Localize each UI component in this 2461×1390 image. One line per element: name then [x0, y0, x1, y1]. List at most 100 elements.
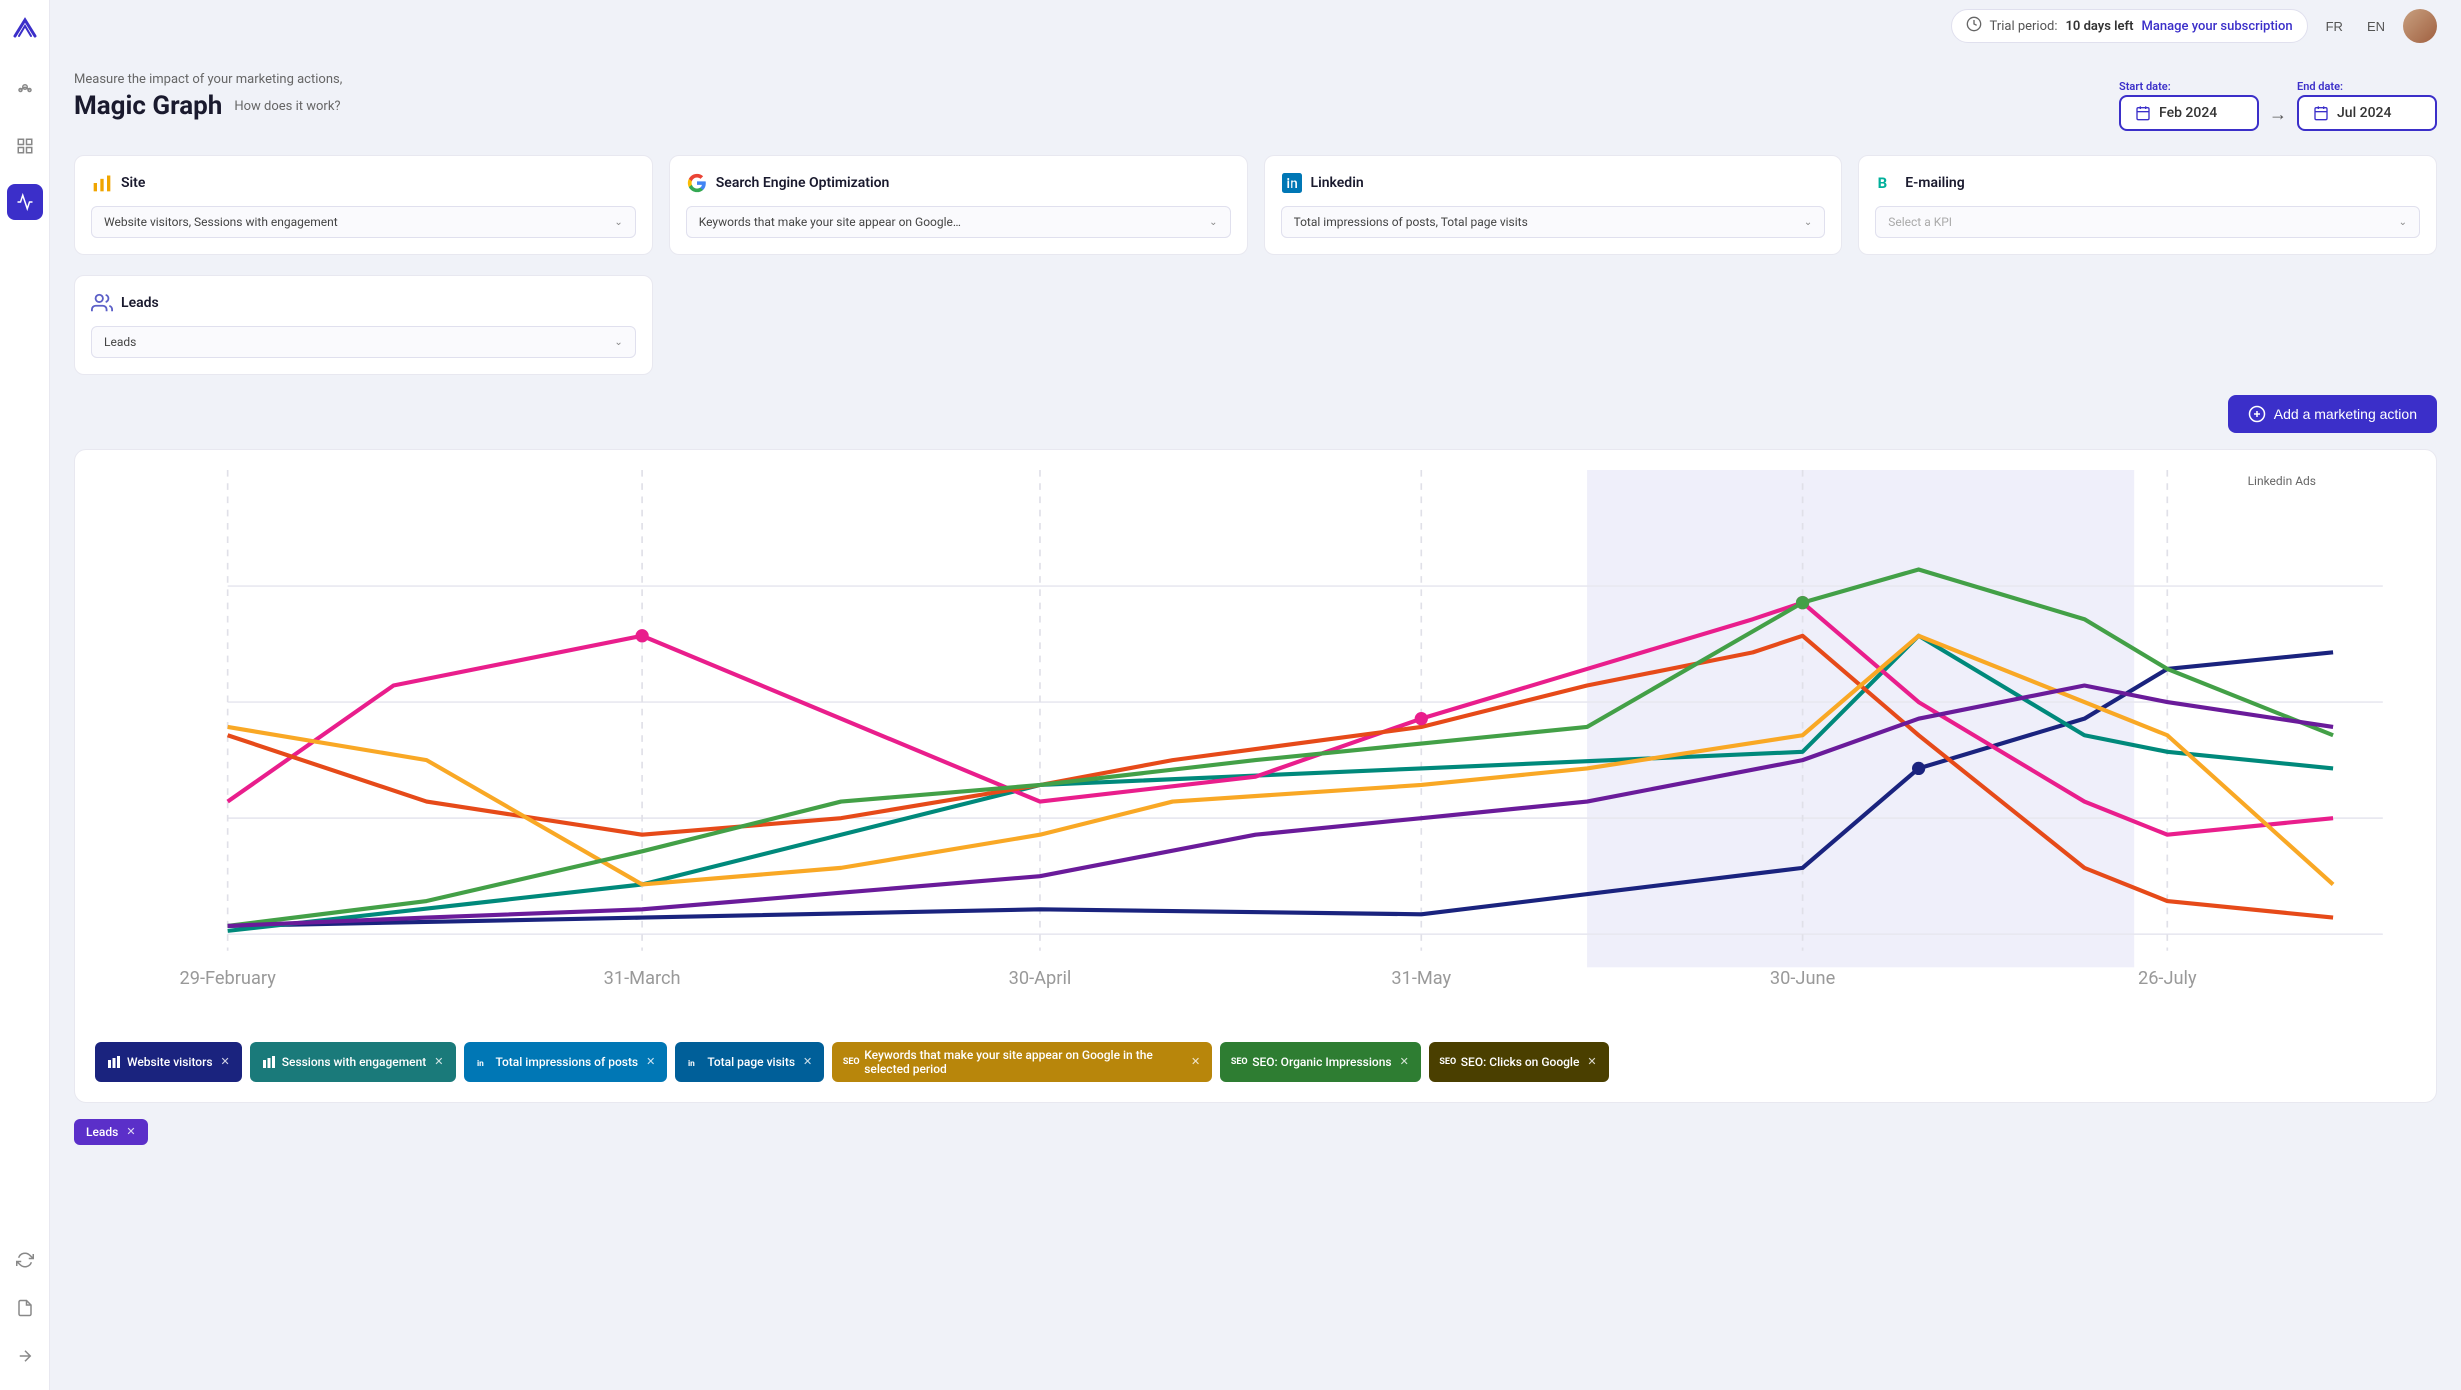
add-marketing-action-button[interactable]: Add a marketing action	[2228, 395, 2437, 433]
end-date-label: End date:	[2297, 80, 2343, 93]
bar-chart-icon	[107, 1055, 121, 1069]
highlight-region	[1587, 470, 2134, 967]
sidebar-item-refresh[interactable]	[7, 1242, 43, 1278]
linkedin-kpi-select[interactable]: Total impressions of posts, Total page v…	[1281, 206, 1826, 238]
chip-sessions-label: Sessions with engagement	[282, 1055, 427, 1069]
date-arrow-icon: →	[2269, 104, 2287, 125]
leads-kpi-value: Leads	[104, 335, 608, 349]
bar-chart-icon-2	[262, 1055, 276, 1069]
chip-impressions-label: Total impressions of posts	[496, 1055, 639, 1069]
end-date-picker[interactable]: Jul 2024	[2297, 95, 2437, 131]
site-kpi-select[interactable]: Website visitors, Sessions with engageme…	[91, 206, 636, 238]
linkedin-icon	[1281, 172, 1303, 194]
seo-kpi-arrow: ⌄	[1209, 217, 1217, 228]
trial-period-label: Trial period:	[1990, 19, 2058, 34]
chip-page-visits[interactable]: in Total page visits ✕	[675, 1042, 824, 1082]
date-range: Start date: Feb 2024 → End date: Jul 202…	[2119, 80, 2437, 131]
magic-graph-chart: 29-February 31-March 30-April 31-May 30-…	[95, 470, 2416, 1034]
emailing-kpi-value: Select a KPI	[1888, 215, 2392, 229]
linkedin-kpi-value: Total impressions of posts, Total page v…	[1294, 215, 1798, 229]
linkedin-card-title: Linkedin	[1311, 175, 1364, 191]
leads-icon	[91, 292, 113, 314]
start-date-picker[interactable]: Feb 2024	[2119, 95, 2259, 131]
manage-subscription-link[interactable]: Manage your subscription	[2142, 19, 2293, 34]
sidebar-item-grid[interactable]	[7, 128, 43, 164]
site-kpi-value: Website visitors, Sessions with engageme…	[104, 215, 608, 229]
bottom-extra-chips: Leads ✕	[74, 1119, 2437, 1145]
dot-impressions-mar	[635, 629, 648, 642]
chip-sessions-close[interactable]: ✕	[434, 1055, 443, 1068]
plus-circle-icon	[2248, 405, 2266, 423]
start-date-value: Feb 2024	[2159, 105, 2217, 121]
x-label-jul: 26-July	[2138, 968, 2197, 989]
x-label-feb: 29-February	[179, 968, 276, 989]
seo-icon-chip-2: SEO	[1232, 1055, 1246, 1069]
emailing-icon: B	[1875, 172, 1897, 194]
how-it-works-link[interactable]: How does it work?	[234, 99, 340, 114]
chip-page-visits-label: Total page visits	[707, 1055, 795, 1069]
kpi-card-linkedin: Linkedin Total impressions of posts, Tot…	[1264, 155, 1843, 255]
sidebar-item-document[interactable]	[7, 1290, 43, 1326]
seo-card-title: Search Engine Optimization	[716, 175, 890, 191]
clock-icon	[1966, 16, 1982, 36]
chip-website-visitors[interactable]: Website visitors ✕	[95, 1042, 242, 1082]
kpi-card-seo: Search Engine Optimization Keywords that…	[669, 155, 1248, 255]
x-label-mar: 31-March	[604, 968, 681, 989]
chip-organic-close[interactable]: ✕	[1400, 1055, 1409, 1068]
svg-text:in: in	[477, 1058, 484, 1067]
chip-keywords-close[interactable]: ✕	[1191, 1055, 1200, 1068]
linkedin-icon-chip-2: in	[687, 1055, 701, 1069]
trial-badge: Trial period: 10 days left Manage your s…	[1951, 9, 2308, 43]
chip-sessions-engagement[interactable]: Sessions with engagement ✕	[250, 1042, 456, 1082]
sidebar-item-chart[interactable]	[7, 184, 43, 220]
leads-section: Leads Leads ⌄	[74, 275, 653, 375]
svg-text:B: B	[1878, 174, 1888, 192]
end-date-value: Jul 2024	[2337, 105, 2391, 121]
seo-icon-chip-3: SEO	[1441, 1055, 1455, 1069]
dot-impressions-may	[1415, 712, 1428, 725]
site-icon	[91, 172, 113, 194]
chip-impressions-close[interactable]: ✕	[646, 1055, 655, 1068]
seo-icon-chip: SEO	[844, 1055, 858, 1069]
emailing-kpi-arrow: ⌄	[2399, 217, 2407, 228]
chip-organic-label: SEO: Organic Impressions	[1252, 1055, 1391, 1069]
end-date-field: End date: Jul 2024	[2297, 80, 2437, 131]
chip-page-visits-close[interactable]: ✕	[803, 1055, 812, 1068]
chip-total-impressions[interactable]: in Total impressions of posts ✕	[464, 1042, 668, 1082]
sidebar-item-home[interactable]	[7, 72, 43, 108]
chip-clicks-close[interactable]: ✕	[1587, 1055, 1596, 1068]
kpi-card-leads: Leads Leads ⌄	[74, 275, 653, 375]
start-date-field: Start date: Feb 2024	[2119, 80, 2259, 131]
logo[interactable]	[11, 16, 39, 44]
legend-chips: Website visitors ✕ Sessions with engagem…	[95, 1042, 2416, 1082]
kpi-grid: Site Website visitors, Sessions with eng…	[74, 155, 2437, 255]
linkedin-kpi-arrow: ⌄	[1804, 217, 1812, 228]
seo-kpi-select[interactable]: Keywords that make your site appear on G…	[686, 206, 1231, 238]
chip-clicks-label: SEO: Clicks on Google	[1461, 1055, 1580, 1069]
chip-clicks-google[interactable]: SEO SEO: Clicks on Google ✕	[1429, 1042, 1609, 1082]
lang-en-button[interactable]: EN	[2361, 15, 2391, 38]
chip-website-visitors-close[interactable]: ✕	[221, 1055, 230, 1068]
sidebar-item-arrow-right[interactable]	[7, 1338, 43, 1374]
dot-organic-jun	[1796, 596, 1809, 609]
add-action-row: Add a marketing action	[74, 395, 2437, 433]
main-content: Trial period: 10 days left Manage your s…	[50, 0, 2461, 1390]
chip-keywords-seo[interactable]: SEO Keywords that make your site appear …	[832, 1042, 1212, 1082]
x-label-apr: 30-April	[1009, 968, 1072, 989]
x-label-jun: 30-June	[1770, 968, 1835, 989]
emailing-kpi-select[interactable]: Select a KPI ⌄	[1875, 206, 2420, 238]
lang-fr-button[interactable]: FR	[2320, 15, 2349, 38]
leads-card-title: Leads	[121, 295, 159, 311]
calendar-icon-end	[2313, 105, 2329, 121]
svg-text:in: in	[688, 1058, 695, 1067]
kpi-card-site: Site Website visitors, Sessions with eng…	[74, 155, 653, 255]
chip-keywords-label: Keywords that make your site appear on G…	[864, 1048, 1183, 1076]
x-label-may: 31-May	[1391, 968, 1451, 989]
avatar[interactable]	[2403, 9, 2437, 43]
leads-kpi-select[interactable]: Leads ⌄	[91, 326, 636, 358]
topbar: Trial period: 10 days left Manage your s…	[50, 0, 2461, 52]
chip-website-visitors-label: Website visitors	[127, 1055, 213, 1069]
chip-organic-impressions[interactable]: SEO SEO: Organic Impressions ✕	[1220, 1042, 1421, 1082]
chip-leads-close[interactable]: ✕	[126, 1125, 135, 1138]
chip-leads[interactable]: Leads ✕	[74, 1119, 148, 1145]
